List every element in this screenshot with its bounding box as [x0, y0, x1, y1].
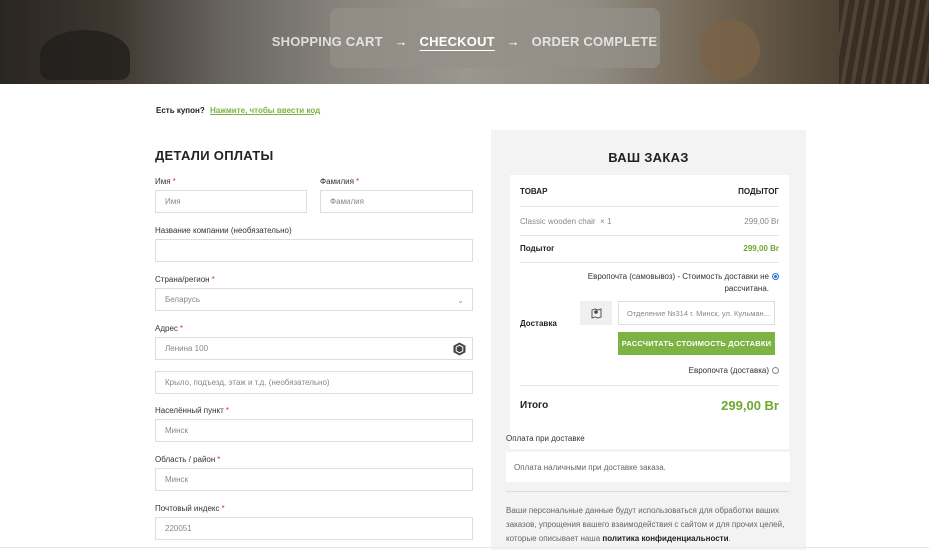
- order-header-row: ТОВАР ПОДЫТОГ: [520, 175, 779, 207]
- map-pin-icon: [591, 308, 602, 319]
- company-label: Название компании (необязательно): [155, 226, 292, 235]
- postcode-field[interactable]: 220051: [155, 517, 473, 540]
- map-pin-button[interactable]: [580, 301, 612, 325]
- postcode-label: Почтовый индекс *: [155, 504, 225, 513]
- last-name-field[interactable]: Фамилия: [320, 190, 473, 213]
- order-title: ВАШ ЗАКАЗ: [608, 150, 689, 165]
- order-summary: ВАШ ЗАКАЗ ТОВАР ПОДЫТОГ Classic wooden c…: [491, 126, 806, 550]
- region-label: Область / район *: [155, 455, 221, 464]
- address-label: Адрес *: [155, 324, 184, 333]
- shipping-row: Доставка Европочта (самовывоз) - Стоимос…: [520, 263, 779, 386]
- arrow-icon: →: [506, 34, 520, 49]
- country-select[interactable]: Беларусь ⌄: [155, 288, 473, 311]
- privacy-notice: Ваши персональные данные будут использов…: [506, 506, 785, 543]
- company-field[interactable]: [155, 239, 473, 262]
- privacy-policy-link[interactable]: политика конфиденциальности: [602, 534, 728, 543]
- step-order-complete: ORDER COMPLETE: [531, 34, 658, 49]
- shipping-label: Доставка: [520, 319, 557, 328]
- address-field[interactable]: Ленина 100: [155, 337, 473, 360]
- city-field[interactable]: Минск: [155, 419, 473, 442]
- billing-section: ДЕТАЛИ ОПЛАТЫ Имя * Имя Фамилия * Фамилия …: [155, 148, 473, 540]
- payment-description: Оплата наличными при доставке заказа.: [514, 462, 666, 472]
- item-name: Classic wooden chair × 1: [520, 217, 612, 226]
- payment-method[interactable]: Оплата при доставке: [506, 434, 585, 443]
- total-row: Итого 299,00 Br: [520, 386, 779, 426]
- billing-title: ДЕТАЛИ ОПЛАТЫ: [155, 148, 274, 163]
- col-product: ТОВАР: [520, 187, 548, 196]
- city-label: Населённый пункт *: [155, 406, 229, 415]
- shipping-option-delivery[interactable]: Европочта (доставка): [689, 366, 779, 375]
- subtotal-value: 299,00 Br: [743, 244, 779, 253]
- chevron-down-icon: ⌄: [457, 296, 464, 305]
- last-name-label: Фамилия *: [320, 177, 360, 186]
- region-field[interactable]: Минск: [155, 468, 473, 491]
- order-item-row: Classic wooden chair × 1 299,00 Br: [520, 207, 779, 236]
- item-qty: × 1: [600, 217, 612, 226]
- radio-selected[interactable]: [772, 273, 779, 281]
- coupon-notice: Есть купон? Нажмите, чтобы ввести код: [156, 106, 320, 115]
- first-name-field[interactable]: Имя: [155, 190, 307, 213]
- address-autocomplete-icon[interactable]: [453, 342, 466, 356]
- shipping-option-pickup[interactable]: Европочта (самовывоз) - Стоимость достав…: [588, 271, 779, 295]
- total-label: Итого: [520, 400, 549, 411]
- country-label: Страна/регион *: [155, 275, 215, 284]
- subtotal-row: Подытог 299,00 Br: [520, 236, 779, 263]
- coupon-link[interactable]: Нажмите, чтобы ввести код: [210, 106, 320, 115]
- radio-unselected[interactable]: [772, 367, 779, 375]
- branch-select[interactable]: Отделение №314 г. Минск, ул. Кульман...: [618, 301, 775, 325]
- col-subtotal: ПОДЫТОГ: [738, 187, 779, 196]
- checkout-steps: SHOPPING CART → CHECKOUT → ORDER COMPLET…: [0, 34, 929, 49]
- address-line2-field[interactable]: Крыло, подъезд, этаж и т.д. (необязатель…: [155, 371, 473, 394]
- step-checkout[interactable]: CHECKOUT: [420, 34, 495, 49]
- order-table: ТОВАР ПОДЫТОГ Classic wooden chair × 1 2…: [510, 175, 789, 449]
- item-price: 299,00 Br: [744, 217, 779, 226]
- arrow-icon: →: [394, 34, 408, 49]
- coupon-question: Есть купон?: [156, 106, 205, 115]
- subtotal-label: Подытог: [520, 244, 555, 253]
- step-shopping-cart[interactable]: SHOPPING CART: [272, 34, 383, 49]
- payment-description-box: Оплата наличными при доставке заказа.: [506, 452, 790, 482]
- first-name-label: Имя *: [155, 177, 176, 186]
- calculate-shipping-button[interactable]: РАССЧИТАТЬ СТОИМОСТЬ ДОСТАВКИ: [618, 332, 775, 355]
- hero-banner: SHOPPING CART → CHECKOUT → ORDER COMPLET…: [0, 0, 929, 84]
- total-value: 299,00 Br: [721, 398, 779, 413]
